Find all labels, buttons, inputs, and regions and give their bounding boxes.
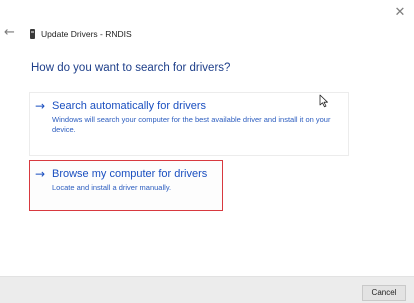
browse-computer-option[interactable]: → Browse my computer for drivers Locate …	[29, 160, 223, 211]
close-icon[interactable]: ✕	[392, 5, 408, 21]
option-title: Browse my computer for drivers	[52, 168, 208, 180]
cancel-button[interactable]: Cancel	[362, 285, 406, 301]
page-question: How do you want to search for drivers?	[31, 62, 231, 74]
option-title: Search automatically for drivers	[52, 100, 207, 112]
back-arrow-icon[interactable]: ←	[4, 26, 18, 39]
network-device-icon	[30, 29, 35, 39]
arrow-right-icon: →	[35, 167, 46, 181]
dialog-title: Update Drivers - RNDIS	[30, 28, 132, 40]
mouse-cursor-icon	[319, 94, 328, 108]
dialog-footer: Cancel	[0, 276, 414, 303]
option-description: Windows will search your computer for th…	[52, 115, 331, 134]
option-description: Locate and install a driver manually.	[52, 183, 172, 192]
update-drivers-dialog: ✕ ← Update Drivers - RNDIS How do you wa…	[0, 0, 414, 303]
dialog-title-text: Update Drivers - RNDIS	[41, 29, 132, 39]
search-automatically-option[interactable]: → Search automatically for drivers Windo…	[29, 92, 349, 156]
arrow-right-icon: →	[35, 99, 46, 113]
